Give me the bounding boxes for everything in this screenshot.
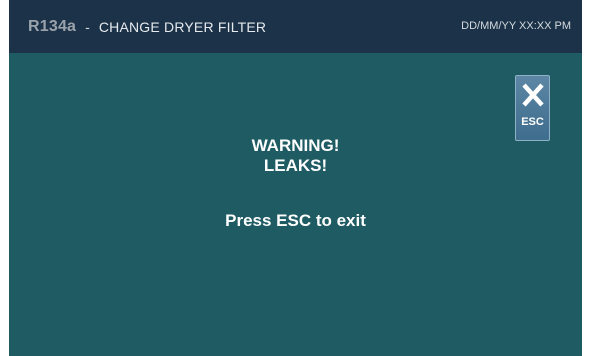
- refrigerant-label: R134a: [28, 17, 77, 35]
- title-separator: -: [85, 18, 90, 35]
- screen-title: CHANGE DRYER FILTER: [98, 18, 267, 35]
- title-bar: R134a - CHANGE DRYER FILTER DD/MM/YY XX:…: [9, 0, 582, 53]
- warning-text: WARNING!: [251, 136, 340, 155]
- esc-label: ESC: [521, 116, 544, 128]
- esc-button[interactable]: ESC: [515, 75, 550, 141]
- close-icon: [521, 83, 544, 107]
- exit-instruction-text: Press ESC to exit: [225, 211, 366, 230]
- leaks-text: LEAKS!: [263, 156, 328, 175]
- date-time: DD/MM/YY XX:XX PM: [461, 20, 571, 32]
- display-screen: R134a - CHANGE DRYER FILTER DD/MM/YY XX:…: [9, 0, 582, 356]
